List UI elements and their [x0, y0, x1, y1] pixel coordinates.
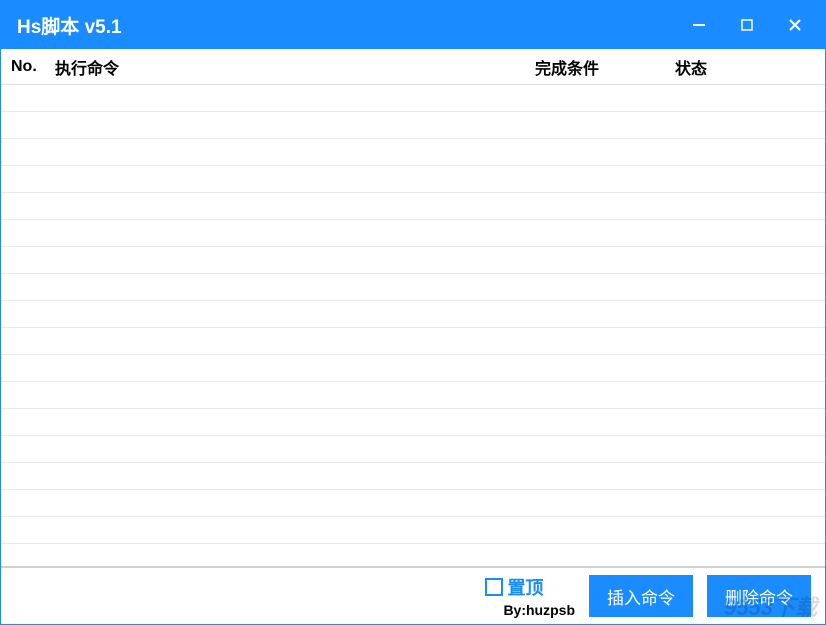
window-controls: [677, 5, 817, 45]
table-row[interactable]: [1, 112, 825, 139]
close-icon: [788, 18, 802, 32]
author-byline: By:huzpsb: [503, 602, 575, 618]
table-row[interactable]: [1, 328, 825, 355]
minimize-button[interactable]: [677, 5, 721, 45]
table-row[interactable]: [1, 355, 825, 382]
table-row[interactable]: [1, 220, 825, 247]
table-body[interactable]: [1, 85, 825, 566]
table-row[interactable]: [1, 193, 825, 220]
table-row[interactable]: [1, 409, 825, 436]
delete-command-button[interactable]: 删除命令: [707, 575, 811, 617]
insert-command-button[interactable]: 插入命令: [589, 575, 693, 617]
footer-info: 置顶 By:huzpsb: [485, 574, 575, 618]
checkbox-icon: [485, 578, 503, 596]
table-row[interactable]: [1, 463, 825, 490]
table-row[interactable]: [1, 247, 825, 274]
table-row[interactable]: [1, 274, 825, 301]
window-title: Hs脚本 v5.1: [17, 12, 122, 39]
app-window: Hs脚本 v5.1 No. 执行命令: [0, 0, 826, 625]
table-row[interactable]: [1, 85, 825, 112]
table-header-row: No. 执行命令 完成条件 状态: [1, 49, 825, 85]
table-row[interactable]: [1, 490, 825, 517]
table-row[interactable]: [1, 301, 825, 328]
table-row[interactable]: [1, 382, 825, 409]
column-header-status[interactable]: 状态: [675, 55, 825, 79]
column-header-command[interactable]: 执行命令: [51, 55, 535, 79]
pin-top-checkbox[interactable]: 置顶: [485, 574, 543, 600]
minimize-icon: [692, 18, 706, 32]
column-header-no[interactable]: No.: [1, 58, 51, 76]
content-area: No. 执行命令 完成条件 状态: [1, 49, 825, 566]
table-row[interactable]: [1, 517, 825, 544]
pin-top-label: 置顶: [507, 574, 543, 600]
table-row[interactable]: [1, 436, 825, 463]
maximize-button[interactable]: [725, 5, 769, 45]
table-row[interactable]: [1, 166, 825, 193]
titlebar[interactable]: Hs脚本 v5.1: [1, 1, 825, 49]
footer-bar: 置顶 By:huzpsb 插入命令 删除命令: [1, 566, 825, 624]
column-header-condition[interactable]: 完成条件: [535, 55, 675, 79]
table-row[interactable]: [1, 139, 825, 166]
maximize-icon: [740, 18, 754, 32]
close-button[interactable]: [773, 5, 817, 45]
